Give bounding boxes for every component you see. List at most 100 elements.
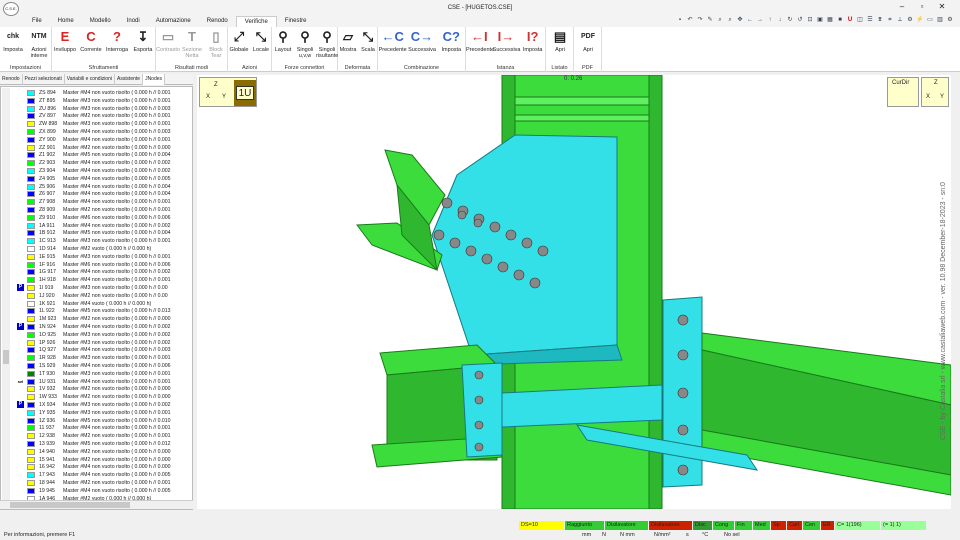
list-item[interactable]: 1C 913 Master #M3 non vuoto risolto ( 0.0… bbox=[13, 237, 192, 245]
list-item[interactable]: ZU 896 Master #M3 non vuoto risolto ( 0.0… bbox=[13, 105, 192, 113]
pencil-icon[interactable]: ✎ bbox=[706, 16, 714, 25]
tab-finestre[interactable]: Finestre bbox=[277, 16, 315, 27]
list-item[interactable]: 1H 918 Master #M4 non vuoto risolto ( 0.0… bbox=[13, 276, 192, 284]
list-item[interactable]: 19 945 Master #M4 non vuoto risolto ( 0.0… bbox=[13, 487, 192, 495]
list-hscrollbar[interactable] bbox=[0, 500, 193, 509]
list-item[interactable]: 1E 915 Master #M3 non vuoto risolto ( 0.0… bbox=[13, 253, 192, 261]
list-item[interactable]: sel 1U 931 Master #M4 non vuoto risolto ( … bbox=[13, 377, 192, 386]
3d-model[interactable] bbox=[197, 74, 952, 510]
arrow-left-icon[interactable]: ← bbox=[746, 16, 754, 25]
tab-automazione[interactable]: Automazione bbox=[148, 16, 199, 27]
list-item[interactable]: 1F 916 Master #M6 non vuoto risolto ( 0.0… bbox=[13, 261, 192, 269]
list-item[interactable]: ZZ 901 Master #M2 non vuoto risolto ( 0.0… bbox=[13, 144, 192, 152]
zoom-icon[interactable]: ⌕ bbox=[716, 16, 724, 25]
list-item[interactable]: Z1 902 Master #M5 non vuoto risolto ( 0.0… bbox=[13, 151, 192, 159]
model-viewport[interactable]: Z X Y 1U 0: 0.26 CurDir Z X Y bbox=[197, 74, 952, 510]
save-icon[interactable]: ▪ bbox=[676, 16, 684, 25]
list-item[interactable]: 17 943 Master #M4 non vuoto risolto ( 0.0… bbox=[13, 471, 192, 479]
ribbon-btn-imposta[interactable]: C? Imposta bbox=[437, 29, 466, 53]
list-item[interactable]: 1G 917 Master #M4 non vuoto risolto ( 0.0… bbox=[13, 268, 192, 276]
list-item[interactable]: Z8 909 Master #M2 non vuoto risolto ( 0.0… bbox=[13, 206, 192, 214]
ribbon-btn-successiva[interactable]: C→ Successiva bbox=[407, 29, 436, 53]
ribbon-btn-imposta[interactable]: I? Imposta bbox=[519, 29, 546, 53]
ribbon-btn-precedente[interactable]: ←C Precedente bbox=[378, 29, 407, 53]
ribbon-btn-interroga[interactable]: ? Interroga bbox=[104, 29, 130, 53]
wireframe-icon[interactable]: ▦ bbox=[826, 16, 834, 25]
tab-verifiche[interactable]: Verifiche bbox=[235, 16, 277, 27]
member-icon[interactable]: ▥ bbox=[936, 16, 944, 25]
list-item[interactable]: 1P 926 Master #M3 non vuoto risolto ( 0.0… bbox=[13, 339, 192, 347]
ribbon-btn-singoli-risultante[interactable]: ⚲ Singoli risultante bbox=[316, 29, 338, 59]
list-item[interactable]: P 1X 934 Master #M3 non vuoto risolto ( 0.… bbox=[13, 401, 192, 409]
view-icon[interactable]: ▣ bbox=[816, 16, 824, 25]
ribbon-btn-block-tear[interactable]: ▯ Block Tear bbox=[204, 29, 228, 59]
list-item[interactable]: 1K 921 Master #M4 vuoto ( 0.000 h // 0.00… bbox=[13, 300, 192, 308]
sidebar-tab-variabili-e-condizioni[interactable]: Variabili e condizioni bbox=[65, 74, 115, 85]
list-item[interactable]: 16 942 Master #M4 non vuoto risolto ( 0.0… bbox=[13, 463, 192, 471]
tab-inodi[interactable]: Inodi bbox=[119, 16, 148, 27]
sidebar-tab-assistente[interactable]: Assistente bbox=[115, 74, 144, 85]
list-item[interactable]: ZY 900 Master #M4 non vuoto risolto ( 0.0… bbox=[13, 136, 192, 144]
list-item[interactable]: ZV 897 Master #M2 non vuoto risolto ( 0.0… bbox=[13, 112, 192, 120]
undo-icon[interactable]: ↶ bbox=[686, 16, 694, 25]
ribbon-btn-sezione-netta[interactable]: T Sezione Netta bbox=[180, 29, 204, 59]
fit-icon[interactable]: ⊡ bbox=[806, 16, 814, 25]
list-item[interactable]: 12 938 Master #M2 non vuoto risolto ( 0.0… bbox=[13, 432, 192, 440]
pan-icon[interactable]: ✥ bbox=[736, 16, 744, 25]
weld-icon[interactable]: ⚡ bbox=[916, 16, 924, 25]
arrow-right-icon[interactable]: → bbox=[756, 16, 764, 25]
zoom-out-icon[interactable]: ⌕ bbox=[726, 16, 734, 25]
ribbon-btn-mostra[interactable]: ▱ Mostra bbox=[338, 29, 358, 53]
tab-file[interactable]: File bbox=[24, 16, 50, 27]
ribbon-btn-successiva[interactable]: I→ Successiva bbox=[493, 29, 521, 53]
list-item[interactable]: Z2 903 Master #M4 non vuoto risolto ( 0.0… bbox=[13, 159, 192, 167]
u-icon[interactable]: U bbox=[846, 16, 854, 25]
solid-icon[interactable]: ■ bbox=[836, 16, 844, 25]
tab-renodo[interactable]: Renodo bbox=[199, 16, 236, 27]
ribbon-btn-apri[interactable]: ▤ Apri bbox=[546, 29, 574, 53]
rotate-icon[interactable]: ↻ bbox=[786, 16, 794, 25]
list-item[interactable]: Z9 910 Master #M6 non vuoto risolto ( 0.0… bbox=[13, 214, 192, 222]
ribbon-btn-precedente[interactable]: ←I Precedente bbox=[466, 29, 494, 53]
tab-modello[interactable]: Modello bbox=[82, 16, 119, 27]
sidebar-tab-jnodes[interactable]: JNodes bbox=[143, 74, 166, 85]
ribbon-btn-esporta[interactable]: ↧ Esporta bbox=[130, 29, 156, 53]
ribbon-btn-layout[interactable]: ⚲ Layout bbox=[272, 29, 294, 53]
ribbon-btn-scala[interactable]: ⤡ Scala bbox=[358, 29, 378, 53]
list-scrollbar[interactable] bbox=[2, 88, 10, 508]
list-item[interactable]: ZS 894 Master #M4 non vuoto risolto ( 0.0… bbox=[13, 89, 192, 97]
arrow-down-icon[interactable]: ↓ bbox=[776, 16, 784, 25]
redo-icon[interactable]: ↷ bbox=[696, 16, 704, 25]
list-item[interactable]: Z4 905 Master #M4 non vuoto risolto ( 0.0… bbox=[13, 175, 192, 183]
list-item[interactable]: Z3 904 Master #M4 non vuoto risolto ( 0.0… bbox=[13, 167, 192, 175]
ribbon-btn-locale[interactable]: ⤡ Locale bbox=[250, 29, 272, 53]
list-item[interactable]: 1J 920 Master #M2 non vuoto risolto ( 0.0… bbox=[13, 292, 192, 300]
list-item[interactable]: 11 937 Master #M4 non vuoto risolto ( 0.0… bbox=[13, 424, 192, 432]
list-item[interactable]: ZT 895 Master #M3 non vuoto risolto ( 0.0… bbox=[13, 97, 192, 105]
list-item[interactable]: 1Z 936 Master #M5 non vuoto risolto ( 0.0… bbox=[13, 417, 192, 425]
list-item[interactable]: 1B 912 Master #M5 non vuoto risolto ( 0.0… bbox=[13, 229, 192, 237]
plate-icon[interactable]: ▭ bbox=[926, 16, 934, 25]
list-item[interactable]: 1V 932 Master #M2 non vuoto risolto ( 0.0… bbox=[13, 385, 192, 393]
tab-home[interactable]: Home bbox=[50, 16, 82, 27]
ribbon-btn-azioni-interne[interactable]: NTM Azioni interne bbox=[26, 29, 52, 59]
ribbon-btn-imposta[interactable]: chk Imposta bbox=[0, 29, 26, 53]
arrow-up-icon[interactable]: ↑ bbox=[766, 16, 774, 25]
list-item[interactable]: ZX 899 Master #M4 non vuoto risolto ( 0.0… bbox=[13, 128, 192, 136]
settings-icon[interactable]: ⚙ bbox=[946, 16, 954, 25]
ribbon-btn-contrasto[interactable]: ▭ Contrasto bbox=[156, 29, 180, 53]
sidebar-tab-renodo[interactable]: Renodo bbox=[0, 74, 23, 85]
axes-icon[interactable]: ⟂ bbox=[896, 16, 904, 25]
list-item[interactable]: 1W 933 Master #M2 non vuoto risolto ( 0.0… bbox=[13, 393, 192, 401]
list-item[interactable]: 1O 925 Master #M3 non vuoto risolto ( 0.0… bbox=[13, 331, 192, 339]
list-scroll-thumb[interactable] bbox=[3, 350, 9, 364]
node-icon[interactable]: ◫ bbox=[856, 16, 864, 25]
grid-icon[interactable]: ⌗ bbox=[886, 16, 894, 25]
list-item[interactable]: 1A 911 Master #M4 non vuoto risolto ( 0.0… bbox=[13, 222, 192, 230]
list-item[interactable]: 1T 930 Master #M3 non vuoto risolto ( 0.0… bbox=[13, 370, 192, 378]
viewport-vscroll[interactable] bbox=[951, 75, 960, 509]
ribbon-btn-corrente[interactable]: C Corrente bbox=[78, 29, 104, 53]
list-item[interactable]: 1R 928 Master #M3 non vuoto risolto ( 0.0… bbox=[13, 354, 192, 362]
minimize-icon[interactable]: – bbox=[894, 2, 910, 11]
list-item[interactable]: P 1I 919 Master #M3 non vuoto risolto ( 0.… bbox=[13, 284, 192, 292]
